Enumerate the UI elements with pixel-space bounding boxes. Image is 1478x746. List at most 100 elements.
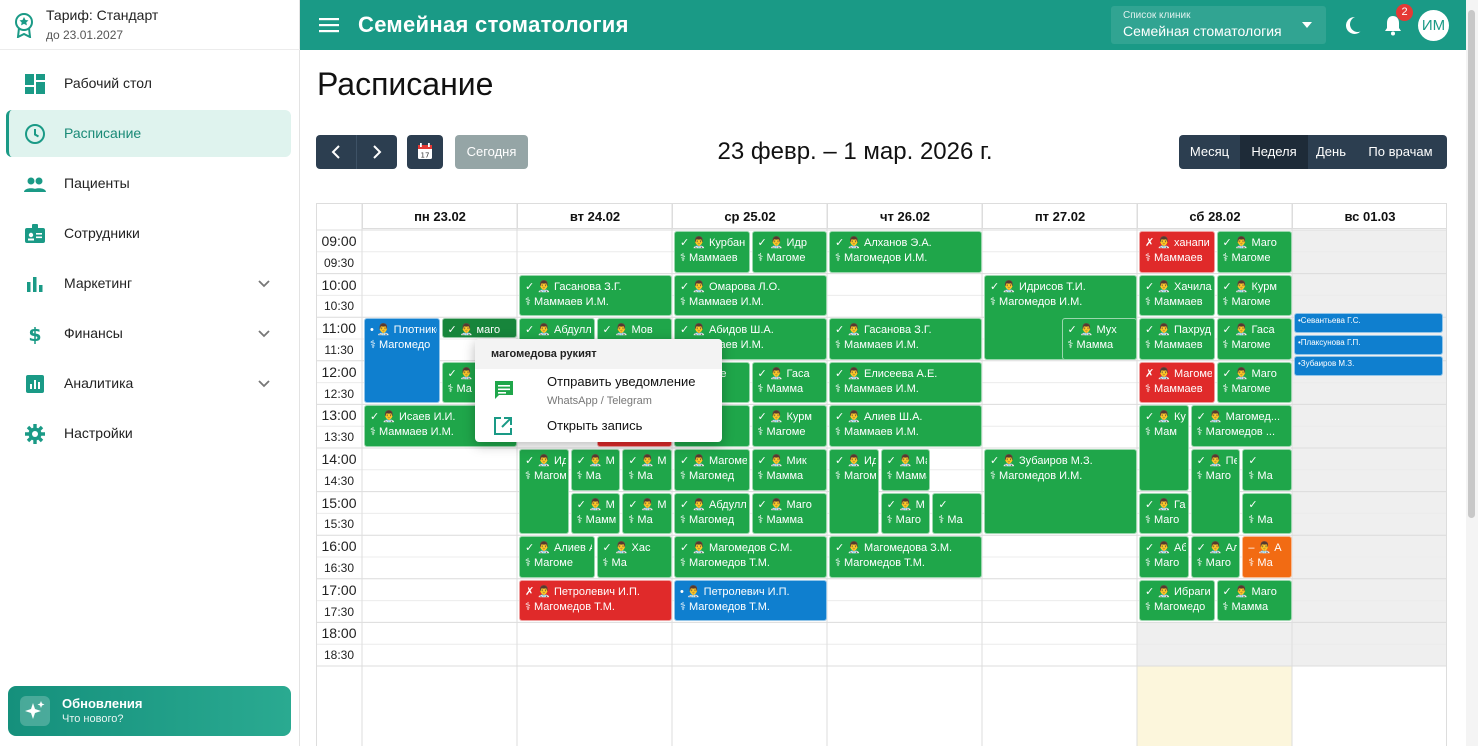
- sunday-event[interactable]: •Севантьева Г.С.: [1294, 313, 1443, 334]
- event-patient: ✓ 👨‍⚕️ Ал: [1196, 542, 1238, 555]
- sidebar-item-dashboard[interactable]: Рабочий стол: [6, 60, 291, 107]
- appointment-event[interactable]: ✓ 👨‍⚕️ Магомедов С.М. ⚕ Магомедов Т.М.: [674, 536, 827, 578]
- appointment-event[interactable]: • 👨‍⚕️ Плотнико ⚕ Магомедо: [364, 318, 440, 404]
- appointment-event[interactable]: ✓ 👨‍⚕️ Гаса ⚕ Мамма: [751, 361, 827, 404]
- open-record-option[interactable]: Открыть запись: [547, 418, 642, 433]
- event-patient: • 👨‍⚕️ Петролевич И.П.: [680, 585, 790, 598]
- appointment-event[interactable]: ✓ 👨‍⚕️ Алиев А ⚕ Магоме: [519, 536, 595, 578]
- today-button[interactable]: Сегодня: [455, 135, 528, 169]
- sidebar-item-settings[interactable]: Настройки: [6, 410, 291, 457]
- day-header[interactable]: сб 28.02: [1137, 204, 1292, 229]
- view-month-button[interactable]: Месяц: [1179, 135, 1240, 169]
- plan-info[interactable]: Тариф: Стандарт до 23.01.2027: [0, 0, 300, 50]
- appointment-event[interactable]: ✓ 👨‍⚕️ Гаса ⚕ Магоме: [1216, 318, 1292, 360]
- appointment-event[interactable]: ✗ 👨‍⚕️ Петролевич И.П. ⚕ Магомедов Т.М.: [519, 579, 672, 622]
- day-header[interactable]: вт 24.02: [517, 204, 672, 229]
- day-header[interactable]: вс 01.03: [1292, 204, 1446, 229]
- appointment-event[interactable]: ✓ 👨‍⚕️ Хачила ⚕ Маммаев: [1139, 274, 1215, 317]
- appointment-event[interactable]: • 👨‍⚕️ Петролевич И.П. ⚕ Магомедов Т.М.: [674, 579, 827, 622]
- sidebar-item-finance[interactable]: $ Финансы: [6, 310, 291, 357]
- calendar-picker-button[interactable]: 17: [407, 135, 443, 169]
- appointment-event[interactable]: ✓ 👨‍⚕️ Маго ⚕ Магоме: [1216, 231, 1292, 273]
- day-header[interactable]: пт 27.02: [982, 204, 1137, 229]
- menu-icon[interactable]: [318, 15, 340, 35]
- appointment-event[interactable]: ✓ 👨‍⚕️ Маго ⚕ Мамма: [1216, 579, 1292, 622]
- view-doctors-button[interactable]: По врачам: [1354, 135, 1447, 169]
- time-label: 18:00: [321, 625, 357, 642]
- sidebar-item-schedule[interactable]: Расписание: [6, 110, 291, 157]
- appointment-event[interactable]: ✓ 👨‍⚕️ Алханов Э.А. ⚕ Магомедов И.М.: [829, 231, 982, 273]
- event-doctor: ⚕ Ма: [1248, 513, 1273, 526]
- event-patient: ✓ 👨‍⚕️ Хачила: [1145, 280, 1212, 293]
- sunday-event[interactable]: •Зубаиров М.З.: [1294, 356, 1443, 377]
- appointment-event[interactable]: ✓ 👨‍⚕️ М ⚕ Ма: [570, 449, 621, 491]
- sidebar-item-staff[interactable]: Сотрудники: [6, 210, 291, 257]
- appointment-event[interactable]: ✓ 👨‍⚕️ Ал ⚕ Маго: [1190, 536, 1241, 578]
- event-doctor: ⚕ Маммаев И.М.: [835, 426, 919, 439]
- sidebar-item-patients[interactable]: Пациенты: [6, 160, 291, 207]
- appointment-event[interactable]: ✓ ⚕ Ма: [1242, 449, 1292, 491]
- sidebar-item-analytics[interactable]: Аналитика: [6, 360, 291, 407]
- appointment-event[interactable]: ✓ 👨‍⚕️ Гас ⚕ Маго: [1139, 492, 1189, 535]
- appointment-event[interactable]: ✓ 👨‍⚕️ Ид ⚕ Магом: [519, 449, 569, 535]
- event-doctor: ⚕ Мамма: [757, 382, 804, 395]
- updates-card[interactable]: Обновления Что нового?: [8, 686, 291, 736]
- event-doctor: ⚕ Маммаев И.М.: [835, 339, 919, 352]
- appointment-event[interactable]: ✓ 👨‍⚕️ Магомае ⚕ Маммаев И...: [880, 449, 931, 491]
- day-header[interactable]: пн 23.02: [362, 204, 517, 229]
- appointment-event[interactable]: ✓ 👨‍⚕️ Идр ⚕ Магоме: [751, 231, 827, 273]
- appointment-event[interactable]: ✓ 👨‍⚕️ Елисеева А.Е. ⚕ Маммаев И.М.: [829, 361, 982, 404]
- appointment-event[interactable]: ✓ 👨‍⚕️ Мух ⚕ Мамма: [1061, 318, 1137, 360]
- sunday-event[interactable]: •Плаксунова Г.П.: [1294, 334, 1443, 355]
- page-scrollbar-thumb[interactable]: [1468, 10, 1475, 518]
- view-week-button[interactable]: Неделя: [1240, 135, 1308, 169]
- appointment-event[interactable]: ✓ 👨‍⚕️ Гасанова З.Г. ⚕ Маммаев И.М.: [519, 274, 672, 317]
- award-icon: [15, 13, 33, 38]
- appointment-event[interactable]: ✗ 👨‍⚕️ Магоме ⚕ Маммаев: [1139, 361, 1215, 404]
- day-header[interactable]: ср 25.02: [672, 204, 827, 229]
- appointment-event[interactable]: – 👨‍⚕️ А ⚕ Ма: [1242, 536, 1292, 578]
- appointment-event[interactable]: ✓ 👨‍⚕️ Магоме ⚕ Магомед: [674, 449, 750, 491]
- appointment-event[interactable]: ✓ 👨‍⚕️ Маго ⚕ Магоме: [1216, 361, 1292, 404]
- event-patient: ✓ 👨‍⚕️ Абдулл: [680, 498, 747, 511]
- sidebar-item-marketing[interactable]: Маркетинг: [6, 260, 291, 307]
- appointment-event[interactable]: ✓ 👨‍⚕️ Зубаиров М.З. ⚕ Магомедов И.М.: [984, 449, 1137, 535]
- appointment-event[interactable]: ✓ 👨‍⚕️ Пе ⚕ Маго: [1190, 449, 1241, 535]
- appointment-event[interactable]: ✓ ⚕ Ма: [1242, 492, 1292, 535]
- appointment-event[interactable]: ✓ ⚕ Ма: [932, 492, 982, 535]
- appointment-event[interactable]: ✓ 👨‍⚕️ Ку ⚕ Мам: [1139, 405, 1189, 491]
- appointment-event[interactable]: ✓ 👨‍⚕️ Маго ⚕ Мамма: [751, 492, 827, 535]
- prev-button[interactable]: [316, 135, 356, 169]
- avatar[interactable]: ИМ: [1418, 10, 1449, 41]
- appointment-event[interactable]: ✓ 👨‍⚕️ Ибраги ⚕ Магомедо: [1139, 579, 1215, 622]
- appointment-event[interactable]: ✓ 👨‍⚕️ М ⚕ Ма: [622, 492, 672, 535]
- appointment-event[interactable]: ✓ 👨‍⚕️ Абдулл ⚕ Магомед: [674, 492, 750, 535]
- appointment-event[interactable]: ✓ 👨‍⚕️ Аб ⚕ Маго: [1139, 536, 1189, 578]
- event-doctor: ⚕ Магоме: [1222, 295, 1271, 308]
- clinic-select[interactable]: Список клиник Семейная стоматология: [1111, 6, 1326, 44]
- day-header[interactable]: чт 26.02: [827, 204, 982, 229]
- appointment-event[interactable]: ✓ 👨‍⚕️ Курбан ⚕ Маммаев: [674, 231, 750, 273]
- moon-icon[interactable]: [1341, 14, 1363, 36]
- appointment-event[interactable]: ✓ 👨‍⚕️ Ид ⚕ Магом: [829, 449, 879, 535]
- appointment-event[interactable]: ✓ 👨‍⚕️ маго⚕ Ма: [441, 318, 517, 338]
- appointment-event[interactable]: ✓ 👨‍⚕️ Пахруд ⚕ Маммаев: [1139, 318, 1215, 360]
- send-notification-option[interactable]: Отправить уведомление: [547, 374, 696, 389]
- appointment-event[interactable]: ✓ 👨‍⚕️ Мик ⚕ Мамма: [751, 449, 827, 491]
- appointment-event[interactable]: ✓ 👨‍⚕️ Гасанова З.Г. ⚕ Маммаев И.М.: [829, 318, 982, 360]
- appointment-event[interactable]: ✗ 👨‍⚕️ ханапи ⚕ Маммаев: [1139, 231, 1215, 273]
- view-day-button[interactable]: День: [1308, 135, 1354, 169]
- appointment-event[interactable]: ✓ 👨‍⚕️ Курм ⚕ Магоме: [751, 405, 827, 447]
- event-doctor: ⚕ Ма: [1248, 557, 1273, 570]
- appointment-event[interactable]: ✓ 👨‍⚕️ М ⚕ Ма: [622, 449, 672, 491]
- appointment-event[interactable]: ✓ 👨‍⚕️ Курм ⚕ Магоме: [1216, 274, 1292, 317]
- appointment-event[interactable]: ✓ 👨‍⚕️ Омарова Л.О. ⚕ Маммаев И.М.: [674, 274, 827, 317]
- appointment-event[interactable]: ✓ 👨‍⚕️ Хас ⚕ Ма: [596, 536, 672, 578]
- next-button[interactable]: [357, 135, 397, 169]
- appointment-event[interactable]: ✓ 👨‍⚕️ Алиев Ш.А. ⚕ Маммаев И.М.: [829, 405, 982, 447]
- appointment-event[interactable]: ✓ 👨‍⚕️ Магомед... ⚕ Магомедов ...: [1190, 405, 1292, 447]
- appointment-event[interactable]: ✓ 👨‍⚕️ М ⚕ Маго: [880, 492, 931, 535]
- appointment-event[interactable]: ✓ 👨‍⚕️ М ⚕ Мамм: [570, 492, 621, 535]
- appointment-event[interactable]: ✓ 👨‍⚕️ Магомедова З.М. ⚕ Магомедов Т.М.: [829, 536, 982, 578]
- event-doctor: ⚕ Маго: [1196, 557, 1231, 570]
